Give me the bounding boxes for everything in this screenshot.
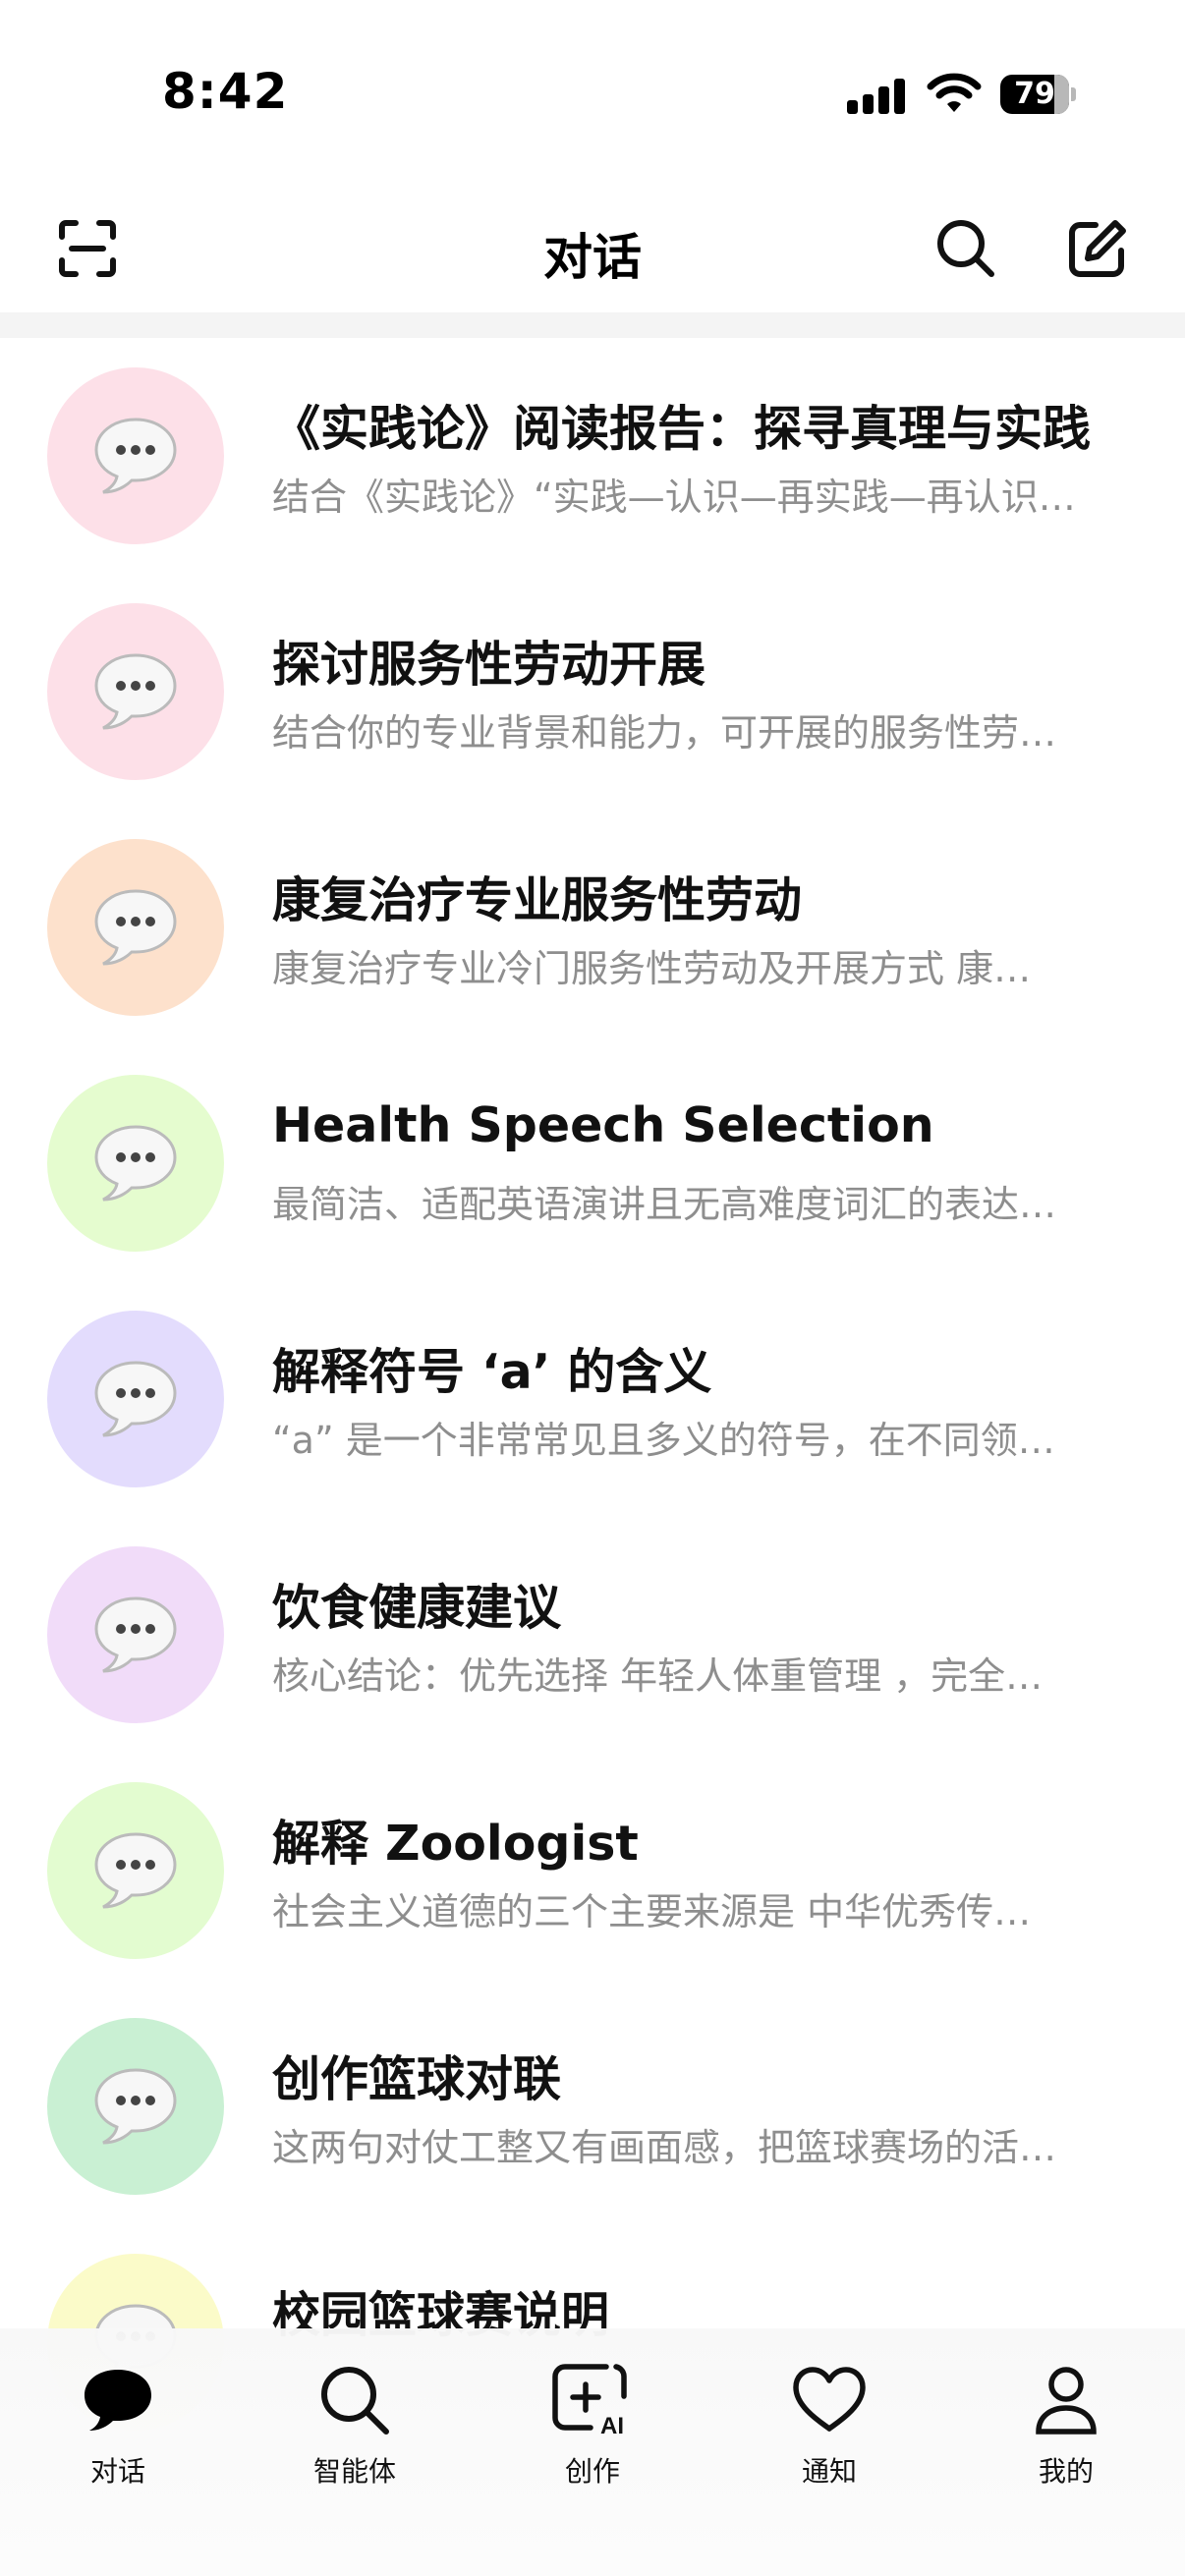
tab-label: 我的: [1038, 2455, 1094, 2488]
avatar: [47, 1782, 224, 1959]
list-item[interactable]: Health Speech Selection 最简洁、适配英语演讲且无高难度词…: [0, 1045, 1185, 1281]
conversation-title: 创作篮球对联: [272, 2051, 562, 2107]
conversation-preview: 社会主义道德的三个主要来源是 中华优秀传…: [272, 1890, 1032, 1933]
conversation-title: Health Speech Selection: [272, 1097, 934, 1153]
tab-label: 对话: [89, 2455, 145, 2488]
user-icon: [1022, 2356, 1110, 2444]
nav-bar: 对话: [0, 187, 1185, 314]
tab-label: 智能体: [312, 2455, 396, 2488]
tab-bar: 对话 智能体 AI 创作 通知 我的: [0, 2328, 1185, 2576]
conversation-preview: 核心结论：优先选择 年轻人体重管理 ，完全…: [272, 1654, 1044, 1698]
conversation-title: 解释 Zoologist: [272, 1816, 639, 1872]
create-ai-icon: AI: [548, 2356, 637, 2444]
search-icon[interactable]: [931, 214, 1000, 283]
header-divider: [0, 312, 1185, 338]
page-title: 对话: [543, 229, 642, 286]
list-item[interactable]: 创作篮球对联 这两句对仗工整又有画面感，把篮球赛场的活…: [0, 1988, 1185, 2224]
list-item[interactable]: 解释 Zoologist 社会主义道德的三个主要来源是 中华优秀传…: [0, 1753, 1185, 1988]
avatar: [47, 367, 224, 544]
avatar: [47, 603, 224, 780]
tab-agents[interactable]: 智能体: [271, 2356, 438, 2503]
avatar: [47, 1311, 224, 1487]
speech-bubble-icon: [94, 418, 177, 494]
conversation-preview: 最简洁、适配英语演讲且无高难度词汇的表达…: [272, 1183, 1057, 1226]
conversation-title: 探讨服务性劳动开展: [272, 637, 706, 693]
wifi-icon: [927, 73, 982, 114]
avatar: [47, 1075, 224, 1252]
list-item[interactable]: 探讨服务性劳动开展 结合你的专业背景和能力，可开展的服务性劳…: [0, 574, 1185, 810]
tab-create[interactable]: AI 创作: [509, 2356, 676, 2503]
conversation-preview: 这两句对仗工整又有画面感，把篮球赛场的活…: [272, 2126, 1057, 2169]
heart-icon: [785, 2356, 874, 2444]
list-item[interactable]: 解释符号 ‘a’ 的含义 “a” 是一个非常常见且多义的符号，在不同领…: [0, 1281, 1185, 1517]
tab-profile[interactable]: 我的: [983, 2356, 1150, 2503]
speech-bubble-icon: [94, 1125, 177, 1202]
screen: 8:42 79 对话 《实践论》阅读报告：探寻真理与实践 结合《实践论》“实践—…: [0, 0, 1185, 2576]
list-item[interactable]: 饮食健康建议 核心结论：优先选择 年轻人体重管理 ，完全…: [0, 1517, 1185, 1753]
chat-bubble-icon: [74, 2356, 162, 2444]
conversation-title: 饮食健康建议: [272, 1580, 562, 1636]
status-time: 8:42: [162, 63, 289, 120]
status-bar: 8:42 79: [0, 0, 1185, 187]
conversation-preview: 结合《实践论》“实践—认识—再实践—再认识…: [272, 476, 1076, 519]
conversation-preview: 康复治疗专业冷门服务性劳动及开展方式 康…: [272, 947, 1032, 990]
cellular-signal-icon: [847, 75, 908, 114]
conversation-preview: “a” 是一个非常常见且多义的符号，在不同领…: [272, 1419, 1055, 1462]
conversation-title: 康复治疗专业服务性劳动: [272, 872, 803, 928]
list-item[interactable]: 康复治疗专业服务性劳动 康复治疗专业冷门服务性劳动及开展方式 康…: [0, 810, 1185, 1045]
conversation-title: 解释符号 ‘a’ 的含义: [272, 1344, 712, 1400]
svg-text:AI: AI: [600, 2413, 624, 2437]
speech-bubble-icon: [94, 1361, 177, 1437]
search-icon: [310, 2356, 399, 2444]
battery-level: 79: [1014, 77, 1055, 111]
tab-label: 创作: [564, 2455, 620, 2488]
tab-notifications[interactable]: 通知: [746, 2356, 913, 2503]
tab-label: 通知: [801, 2455, 857, 2488]
speech-bubble-icon: [94, 653, 177, 730]
avatar: [47, 839, 224, 1016]
list-item[interactable]: 《实践论》阅读报告：探寻真理与实践 结合《实践论》“实践—认识—再实践—再认识…: [0, 338, 1185, 574]
speech-bubble-icon: [94, 1832, 177, 1909]
tab-chat[interactable]: 对话: [34, 2356, 201, 2503]
speech-bubble-icon: [94, 1596, 177, 1673]
new-chat-icon[interactable]: [1063, 214, 1132, 283]
battery-icon: 79: [1000, 75, 1077, 114]
avatar: [47, 2018, 224, 2195]
avatar: [47, 1546, 224, 1723]
conversation-preview: 结合你的专业背景和能力，可开展的服务性劳…: [272, 711, 1057, 755]
speech-bubble-icon: [94, 2068, 177, 2145]
conversation-title: 《实践论》阅读报告：探寻真理与实践: [272, 401, 1092, 457]
speech-bubble-icon: [94, 889, 177, 966]
conversation-list: 《实践论》阅读报告：探寻真理与实践 结合《实践论》“实践—认识—再实践—再认识……: [0, 338, 1185, 2460]
